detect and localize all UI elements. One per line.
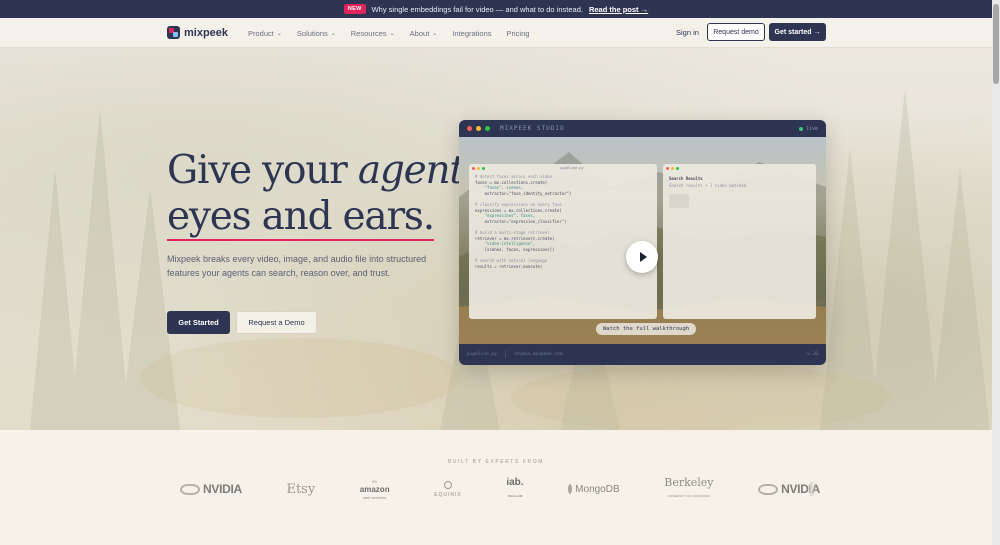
studio-window: MIXPEEK STUDIO live pipeline.py # detect… [459,120,826,365]
hero-headline: Give your agents eyes and ears. [167,148,484,241]
menu-label: Resources [350,28,387,38]
menu-label: Product [248,28,274,38]
menu-label: About [409,28,430,38]
maximize-dot-icon [482,166,485,170]
menu-about[interactable]: About ⌄ [410,29,438,38]
studio-titlebar: MIXPEEK STUDIO [459,120,826,137]
hero-subtitle: Mixpeek breaks every video, image, and a… [167,254,427,278]
menu-solutions[interactable]: Solutions ⌄ [297,29,336,38]
logo-label: iab. [506,476,524,488]
berkeley-logo: Berkeley UNIVERSITY OF CALIFORNIA [664,477,713,502]
chevron-down-icon: ⌄ [432,30,438,37]
chevron-down-icon: ⌄ [276,30,282,37]
results-line: Search results • 1 video matched [669,183,747,188]
iab-sub: TECH LAB [507,493,523,498]
new-badge: NEW [343,4,366,14]
menu-integrations[interactable]: Integrations [452,29,491,38]
footer-file: pipeline.py [467,352,497,357]
chevron-down-icon: ⌄ [389,30,395,37]
close-dot-icon [467,126,472,131]
scrollbar-thumb[interactable] [993,4,999,84]
menu-product[interactable]: Product ⌄ [248,29,282,38]
mixpeek-logo-icon [167,26,180,39]
results-titlebar [663,164,816,172]
iab-logo: iab. TECH LAB [506,476,524,501]
main-menu: Product ⌄ Solutions ⌄ Resources ⌄ About ⌄ In… [248,18,529,48]
close-dot-icon [472,166,475,170]
result-thumbnail[interactable] [669,194,689,208]
mongodb-logo: MongoDB [568,483,620,495]
minimize-dot-icon [476,126,481,131]
live-indicator: live [798,126,818,132]
menu-label: Solutions [296,28,328,38]
studio-title: MIXPEEK STUDIO [500,125,565,132]
aws-bottom: web services [363,494,387,500]
menu-label: Pricing [506,28,530,38]
logo-text: mixpeek [184,26,229,39]
video-preview[interactable]: pipeline.py # detect faces across each v… [459,137,826,344]
editor-titlebar: pipeline.py [469,164,657,172]
results-panel: Search Results Search results • 1 video … [663,164,816,319]
headline-line-2: eyes and ears. [167,194,435,241]
logo-label: MongoDB [575,483,620,495]
nvidia-logo: NVIDIA [180,482,242,496]
request-demo-button[interactable]: Request demo [707,23,765,41]
chevron-down-icon: ⌄ [330,30,336,37]
nvidia-eye-icon [758,483,779,495]
maximize-dot-icon [485,126,490,131]
minimize-dot-icon [671,166,674,170]
results-heading: Search Results [669,176,703,181]
menu-pricing[interactable]: Pricing [507,29,530,38]
footer-url: studio.mixpeek.com [513,352,563,357]
code-line: results = retriever.execute( [475,263,543,269]
studio-footer: pipeline.py studio.mixpeek.com v.10 [459,344,826,365]
equinix-ring-icon [443,480,452,489]
editor-title: pipeline.py [560,166,584,170]
logo[interactable]: mixpeek [167,26,228,39]
equinix-logo: EQUINIX [434,480,462,498]
announcement-text: Why single embeddings fail for video — a… [371,4,583,14]
play-button-icon[interactable] [626,241,658,273]
results-list: Search Results Search results • 1 video … [663,172,816,212]
top-nav: mixpeek Product ⌄ Solutions ⌄ Resources ⌄ A… [0,18,992,48]
logo-label: Berkeley [664,475,714,489]
headline-part-1: Give your [167,148,358,193]
footer-version: v.10 [807,352,818,357]
close-dot-icon [666,166,669,170]
berkeley-sub: UNIVERSITY OF CALIFORNIA [667,493,710,498]
code-editor-panel: pipeline.py # detect faces across each v… [469,164,657,319]
aws-top: Ex [372,478,378,484]
mongodb-leaf-icon [568,484,573,494]
logo-label: NVIDIA [203,482,242,496]
aws-logo: Ex amazon web services [360,479,390,500]
sign-in-link[interactable]: Sign in [676,28,699,37]
logo-label: EQUINIX [434,491,462,498]
menu-label: Integrations [452,28,492,38]
hero-section: Give your agents eyes and ears. Mixpeek … [0,48,992,430]
logo-label: amazon [359,484,390,494]
announcement-bar: NEW Why single embeddings fail for video… [0,0,992,18]
live-dot-icon [798,127,803,131]
menu-resources[interactable]: Resources ⌄ [351,29,395,38]
logo-strip: NVIDIA Etsy Ex amazon web services EQUINIX… [180,476,820,502]
request-demo-cta[interactable]: Request a Demo [236,311,317,334]
logo-label: Etsy [286,481,316,497]
get-started-cta[interactable]: Get Started [167,311,230,334]
built-by-heading: BUILT BY EXPERTS FROM [447,459,545,465]
read-post-link[interactable]: Read the post → [589,5,648,14]
etsy-logo: Etsy [286,482,315,497]
nvidia-eye-icon [180,483,200,495]
live-label: live [805,126,818,132]
get-started-button[interactable]: Get started → [769,23,826,41]
minimize-dot-icon [477,166,480,170]
logo-fade-edge [810,482,816,496]
footer-divider [504,351,506,358]
maximize-dot-icon [676,166,679,170]
watch-walkthrough-label[interactable]: Watch the full walkthrough [596,323,697,335]
page-scrollbar[interactable] [992,0,1000,545]
